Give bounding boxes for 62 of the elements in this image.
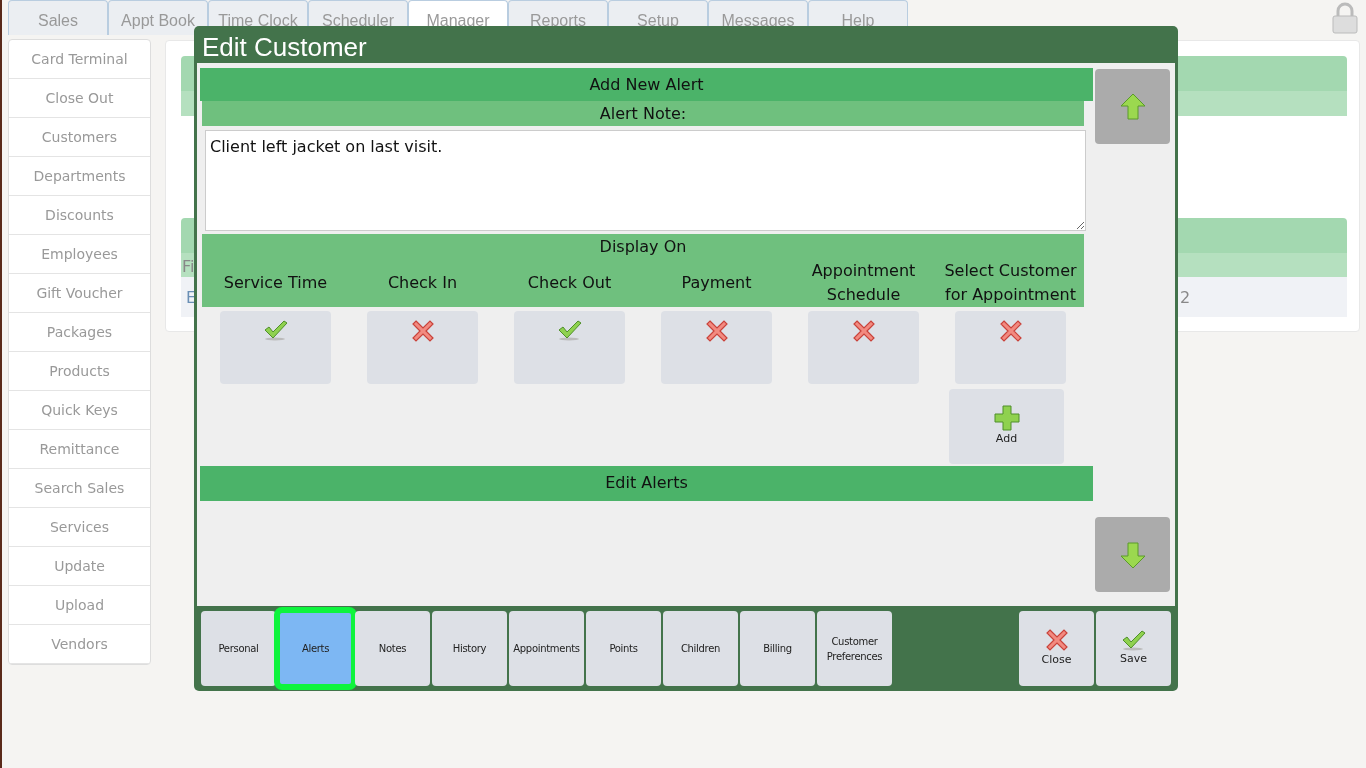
sidebar-item[interactable]: Packages xyxy=(9,313,150,352)
lock-icon[interactable] xyxy=(1332,2,1358,34)
down-arrow-icon xyxy=(1119,540,1146,569)
sidebar-item[interactable]: Quick Keys xyxy=(9,391,150,430)
tab[interactable]: Billing xyxy=(740,611,815,686)
tab[interactable]: Appointments xyxy=(509,611,584,686)
toggle-button[interactable] xyxy=(661,311,772,384)
table-cell-text: 2 xyxy=(1180,287,1191,309)
tab[interactable]: Points xyxy=(586,611,661,686)
note-field[interactable]: Client left jacket on last visit. xyxy=(205,130,1086,231)
column-label: Check Out xyxy=(526,272,613,294)
sidebar-item[interactable]: Upload xyxy=(9,586,150,625)
sidebar-item[interactable]: Update xyxy=(9,547,150,586)
toggle-button[interactable] xyxy=(220,311,331,384)
plus-icon xyxy=(993,405,1020,432)
group-label: Display On xyxy=(598,236,688,258)
sidebar-item[interactable]: Customers xyxy=(9,118,150,157)
sidebar-item[interactable]: Services xyxy=(9,508,150,547)
add-button[interactable]: Add xyxy=(949,389,1064,464)
sidebar-item[interactable]: Remittance xyxy=(9,430,150,469)
close-button[interactable]: Close xyxy=(1019,611,1094,686)
sidebar-item[interactable]: Search Sales xyxy=(9,469,150,508)
check-icon xyxy=(556,319,583,341)
tab[interactable]: Customer Preferences xyxy=(817,611,892,686)
scroll-down-button[interactable] xyxy=(1095,517,1170,592)
cross-icon xyxy=(1044,628,1069,653)
toggle-button[interactable] xyxy=(367,311,478,384)
tab[interactable]: History xyxy=(432,611,507,686)
check-icon xyxy=(262,319,289,341)
cross-icon xyxy=(704,319,729,343)
cross-icon xyxy=(998,319,1023,343)
sidebar-item[interactable]: Vendors xyxy=(9,625,150,664)
section-heading: Add New Alert xyxy=(200,68,1093,101)
toggle-button[interactable] xyxy=(514,311,625,384)
sidebar-item[interactable]: Employees xyxy=(9,235,150,274)
nav-tab[interactable]: Sales xyxy=(8,0,108,35)
toggle-button[interactable] xyxy=(808,311,919,384)
section-heading: Edit Alerts xyxy=(200,466,1093,501)
cross-icon xyxy=(851,319,876,343)
save-button[interactable]: Save xyxy=(1096,611,1171,686)
column-label: Appointment Schedule xyxy=(810,260,917,306)
column-label: Select Customer for Appointment xyxy=(943,260,1078,306)
sidebar-item[interactable]: Close Out xyxy=(9,79,150,118)
sidebar-item[interactable]: Products xyxy=(9,352,150,391)
sidebar-item[interactable]: Departments xyxy=(9,157,150,196)
field-label: Alert Note: xyxy=(202,101,1084,126)
cross-icon xyxy=(410,319,435,343)
column-label: Check In xyxy=(386,272,459,294)
sidebar-item[interactable]: Card Terminal xyxy=(9,40,150,79)
up-arrow-icon xyxy=(1119,92,1146,121)
column-label: Payment xyxy=(680,272,753,294)
tab[interactable]: Children xyxy=(663,611,738,686)
column-header: Fi xyxy=(182,256,195,278)
scroll-up-button[interactable] xyxy=(1095,69,1170,144)
check-icon xyxy=(1120,629,1147,652)
column-label: Service Time xyxy=(222,272,329,294)
sidebar-item[interactable]: Gift Voucher xyxy=(9,274,150,313)
tab[interactable]: Personal xyxy=(201,611,276,686)
sidebar-item[interactable]: Discounts xyxy=(9,196,150,235)
toggle-button[interactable] xyxy=(955,311,1066,384)
nav-tab[interactable]: Appt Book xyxy=(108,0,208,35)
tab[interactable]: Notes xyxy=(355,611,430,686)
